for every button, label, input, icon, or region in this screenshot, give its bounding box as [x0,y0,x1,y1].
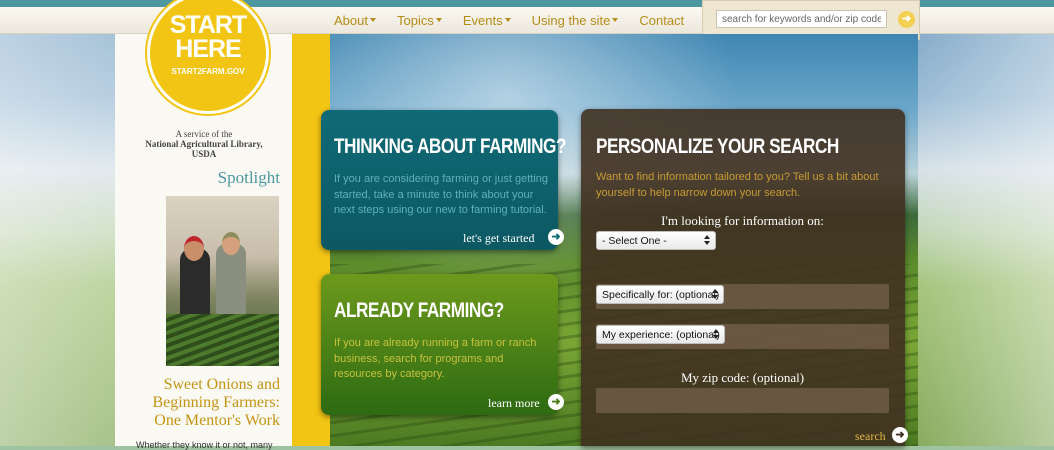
search-input[interactable] [716,10,887,28]
select-value: My experience: (optional) [602,329,720,341]
card-title: THINKING ABOUT FARMING? [334,135,566,158]
service-org: National Agricultural Library, [145,139,263,149]
card-body: Want to find information tailored to you… [596,171,879,199]
lets-get-started-link[interactable]: let's get started [463,231,534,246]
service-dept: USDA [191,149,217,159]
caret-down-icon [369,18,376,22]
nav-item-label: Using the site [531,12,611,28]
arrow-right-icon[interactable]: ➜ [548,394,564,410]
nav-item-label: Events [462,12,503,28]
caret-down-icon [504,18,511,22]
experience-select[interactable]: My experience: (optional) [596,325,725,344]
nav-item-contact[interactable]: Contact [639,13,684,28]
card-body: If you are considering farming or just g… [334,173,549,216]
photo-figure-head [184,236,204,261]
looking-for-label: I'm looking for information on: [661,213,824,228]
select-arrows-icon [712,289,718,300]
zip-code-input[interactable] [596,388,889,413]
arrow-right-icon: ➜ [901,13,912,25]
main-nav: About Topics Events Using the site Conta… [334,7,705,33]
topic-select[interactable]: - Select One - [596,231,716,250]
caret-down-icon [612,18,619,22]
logo-line-here: HERE [175,35,241,63]
select-value: - Select One - [602,235,667,247]
select-value: Specifically for: (optional) [602,289,720,301]
spotlight-heading: Spotlight [217,168,280,187]
specifically-for-select[interactable]: Specifically for: (optional) [596,285,724,304]
nav-item-label: About [334,12,368,28]
nav-item-about[interactable]: About [334,13,376,28]
service-line: A service of the [175,129,233,139]
photo-figure-head [222,232,240,255]
service-credit: A service of the National Agricultural L… [130,129,278,159]
logo-line-domain: START2FARM.GOV [171,67,245,76]
select-arrows-icon [713,329,719,340]
spotlight-story-link[interactable]: Sweet Onions and Beginning Farmers: One … [126,376,280,430]
nav-item-label: Topics [396,12,434,28]
arrow-right-icon[interactable]: ➜ [892,427,908,443]
nav-item-topics[interactable]: Topics [397,13,442,28]
learn-more-link[interactable]: learn more [488,396,540,411]
card-body: If you are already running a farm or ran… [334,337,537,380]
search-link[interactable]: search [855,429,886,444]
spotlight-photo[interactable] [166,196,279,366]
photo-seedling-table [166,314,279,366]
card-title: PERSONALIZE YOUR SEARCH [596,135,839,158]
select-arrows-icon [704,235,710,246]
already-farming-card: ALREADY FARMING? If you are already runn… [321,274,558,415]
nav-item-events[interactable]: Events [463,13,511,28]
spotlight-story-blurb: Whether they know it or not, many [136,440,273,450]
arrow-right-icon[interactable]: ➜ [548,229,564,245]
thinking-about-farming-card: THINKING ABOUT FARMING? If you are consi… [321,110,566,250]
zip-code-label: My zip code: (optional) [680,370,805,385]
card-title: ALREADY FARMING? [334,299,504,322]
nav-item-using-the-site[interactable]: Using the site [532,13,619,28]
caret-down-icon [435,18,442,22]
nav-item-label: Contact [639,12,685,28]
search-submit-button[interactable]: ➜ [898,11,915,28]
